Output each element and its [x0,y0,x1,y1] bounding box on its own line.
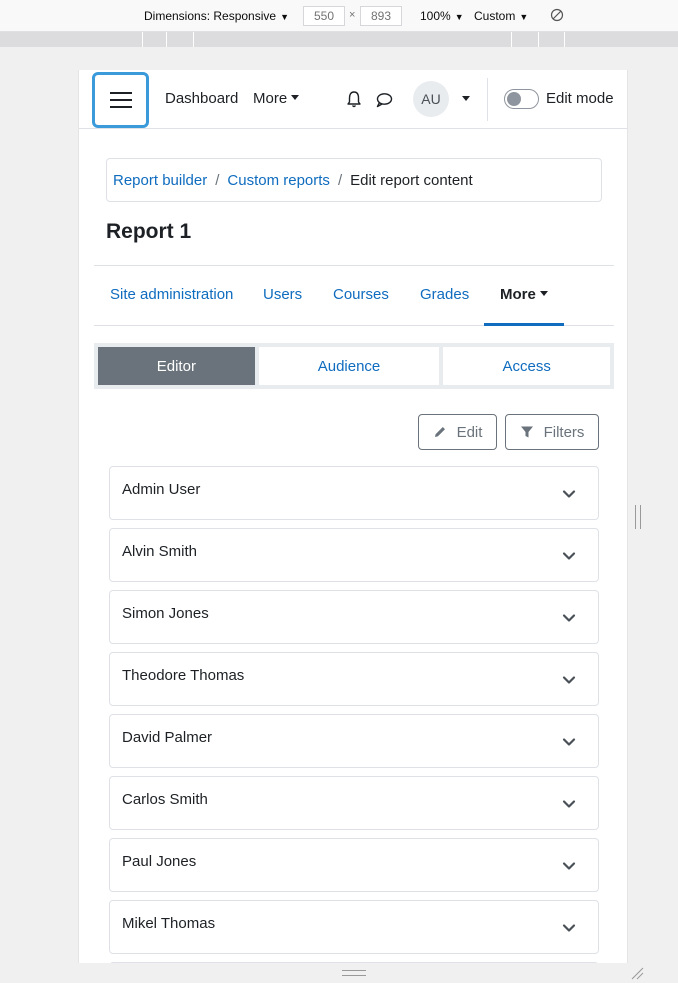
user-name: Paul Jones [122,853,197,870]
navbar-divider [487,78,488,121]
filters-button-label: Filters [543,423,585,441]
chevron-down-icon: ▼ [454,12,464,22]
user-card[interactable]: Paul Jones [109,838,599,892]
user-avatar[interactable]: AU [413,81,449,117]
messages-icon[interactable] [375,91,393,109]
user-name: Theodore Thomas [122,667,245,684]
navbar: Dashboard More AU Edit mode [79,70,627,129]
times-label: × [349,9,356,21]
user-name: Admin User [122,481,201,498]
throttle-label: Custom [474,9,516,23]
edit-mode-toggle[interactable] [504,89,539,109]
user-card[interactable]: Alvin Smith [109,528,599,582]
nav-more[interactable]: More [253,90,300,107]
menu-icon [109,92,132,108]
zoom-dropdown[interactable]: 100% ▼ [420,9,464,23]
tab-audience[interactable]: Audience [258,347,440,385]
chevron-down-icon[interactable] [561,734,577,750]
viewport-resize-handle-right[interactable] [635,505,641,529]
edit-button-label: Edit [456,423,483,441]
devtools-toolbar: Dimensions: Responsive ▼ 550 × 893 100% ▼ … [0,0,678,32]
breadcrumb-separator: / [337,171,343,189]
chevron-down-icon[interactable] [561,672,577,688]
tab-site-administration[interactable]: Site administration [110,286,233,303]
chevron-down-icon[interactable] [561,610,577,626]
breadcrumb-custom-reports[interactable]: Custom reports [227,172,330,189]
user-card[interactable]: Mikel Thomas [109,900,599,954]
secondary-nav: Site administration Users Courses Grades… [94,265,614,326]
width-input[interactable]: 550 [303,6,345,26]
edit-button[interactable]: Edit [418,414,497,450]
dimensions-dropdown[interactable]: Dimensions: Responsive ▼ [144,9,289,23]
breadcrumb-report-builder[interactable]: Report builder [113,172,207,189]
dimensions-label: Dimensions: Responsive [144,9,277,23]
chevron-down-icon[interactable] [561,548,577,564]
user-name: Alvin Smith [122,543,198,560]
bell-icon[interactable] [345,90,363,108]
nav-more-label: More [253,90,288,107]
tab-access[interactable]: Access [443,347,610,385]
hamburger-button[interactable] [92,72,149,128]
tab-users[interactable]: Users [263,286,302,303]
chevron-down-icon: ▼ [519,12,529,22]
chevron-down-icon[interactable] [561,858,577,874]
user-card[interactable]: Theodore Thomas [109,652,599,706]
user-name: Mikel Thomas [122,915,216,932]
user-menu-caret-icon[interactable] [462,96,470,101]
user-card[interactable]: Carlos Smith [109,776,599,830]
filters-button[interactable]: Filters [505,414,599,450]
nav-dashboard[interactable]: Dashboard [165,90,238,107]
rotate-icon[interactable] [550,8,564,22]
editor-tab-group: Editor Audience Access [94,343,614,389]
active-tab-underline [484,323,564,326]
chevron-down-icon[interactable] [561,796,577,812]
tab-courses[interactable]: Courses [333,286,389,303]
user-name: Simon Jones [122,605,209,622]
user-name: Carlos Smith [122,791,208,808]
filter-icon [520,426,533,438]
viewport-resize-handle-bottom[interactable] [342,970,366,976]
tab-more[interactable]: More [500,286,548,303]
page-title: Report 1 [106,220,192,243]
zoom-label: 100% [420,9,451,23]
tab-grades[interactable]: Grades [420,286,469,303]
user-card[interactable] [109,962,599,963]
caret-down-icon [291,95,300,100]
toggle-knob [507,92,521,106]
breadcrumb-separator: / [215,171,220,189]
page-viewport: Dashboard More AU Edit mode Report build… [78,70,628,963]
chevron-down-icon: ▼ [280,12,289,22]
chevron-down-icon[interactable] [561,920,577,936]
resize-corner-icon[interactable] [630,966,644,980]
tab-editor[interactable]: Editor [98,347,255,385]
user-name: David Palmer [122,729,213,746]
caret-down-icon [539,291,548,296]
tab-more-label: More [500,286,536,303]
throttle-dropdown[interactable]: Custom ▼ [474,9,528,23]
breadcrumb: Report builder / Custom reports / Edit r… [106,158,602,202]
chevron-down-icon[interactable] [561,486,577,502]
height-input[interactable]: 893 [360,6,402,26]
edit-mode-label: Edit mode [546,90,614,107]
pencil-icon [434,427,445,437]
user-card[interactable]: Admin User [109,466,599,520]
user-card[interactable]: Simon Jones [109,590,599,644]
breadcrumb-current: Edit report content [350,171,473,189]
user-card[interactable]: David Palmer [109,714,599,768]
viewport-ruler [0,32,678,47]
